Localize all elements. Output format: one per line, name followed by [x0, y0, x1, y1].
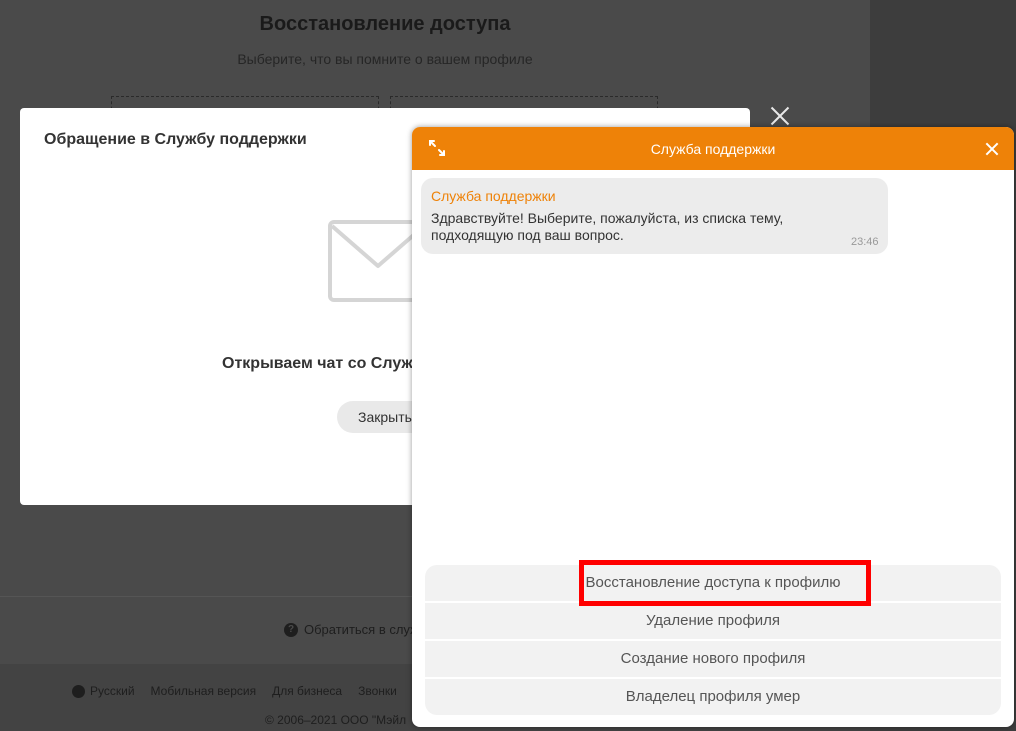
message-sender: Служба поддержки	[431, 188, 556, 204]
page-title: Восстановление доступа	[259, 13, 511, 35]
footer-link-calls[interactable]: Звонки	[358, 684, 397, 698]
message-text: Здравствуйте! Выберите, пожалуйста, из с…	[431, 210, 784, 243]
help-icon: ?	[284, 622, 298, 637]
topic-option-delete-profile[interactable]: Удаление профиля	[425, 603, 1001, 639]
chat-message: Служба поддержки Здравствуйте! Выберите,…	[421, 178, 888, 254]
message-time: 23:46	[851, 236, 879, 248]
highlight-box	[579, 560, 871, 606]
contact-support-label: Обратиться в служ	[304, 622, 419, 637]
topic-option-owner-died[interactable]: Владелец профиля умер	[425, 679, 1001, 715]
chat-title: Служба поддержки	[650, 141, 776, 157]
contact-support-link[interactable]: ? Обратиться в служ	[284, 622, 419, 637]
modal-status-text: Открываем чат со Служ	[222, 355, 413, 372]
footer-link-language[interactable]: Русский	[72, 684, 135, 698]
close-icon[interactable]	[770, 106, 790, 126]
footer-link-mobile[interactable]: Мобильная версия	[151, 684, 257, 698]
footer-links: Русский Мобильная версия Для бизнеса Зво…	[72, 684, 397, 698]
footer-link-business[interactable]: Для бизнеса	[272, 684, 342, 698]
support-chat-widget: Служба поддержки Служба поддержки Здравс…	[412, 127, 1014, 727]
topic-option-create-profile[interactable]: Создание нового профиля	[425, 641, 1001, 677]
copyright: © 2006–2021 ООО "Мэйл	[265, 713, 407, 727]
page-subtitle: Выберите, что вы помните о вашем профиле	[237, 51, 533, 67]
globe-icon	[72, 684, 85, 698]
close-icon[interactable]	[985, 142, 999, 156]
chat-header: Служба поддержки	[412, 127, 1014, 170]
modal-title: Обращение в Службу поддержки	[44, 131, 307, 148]
